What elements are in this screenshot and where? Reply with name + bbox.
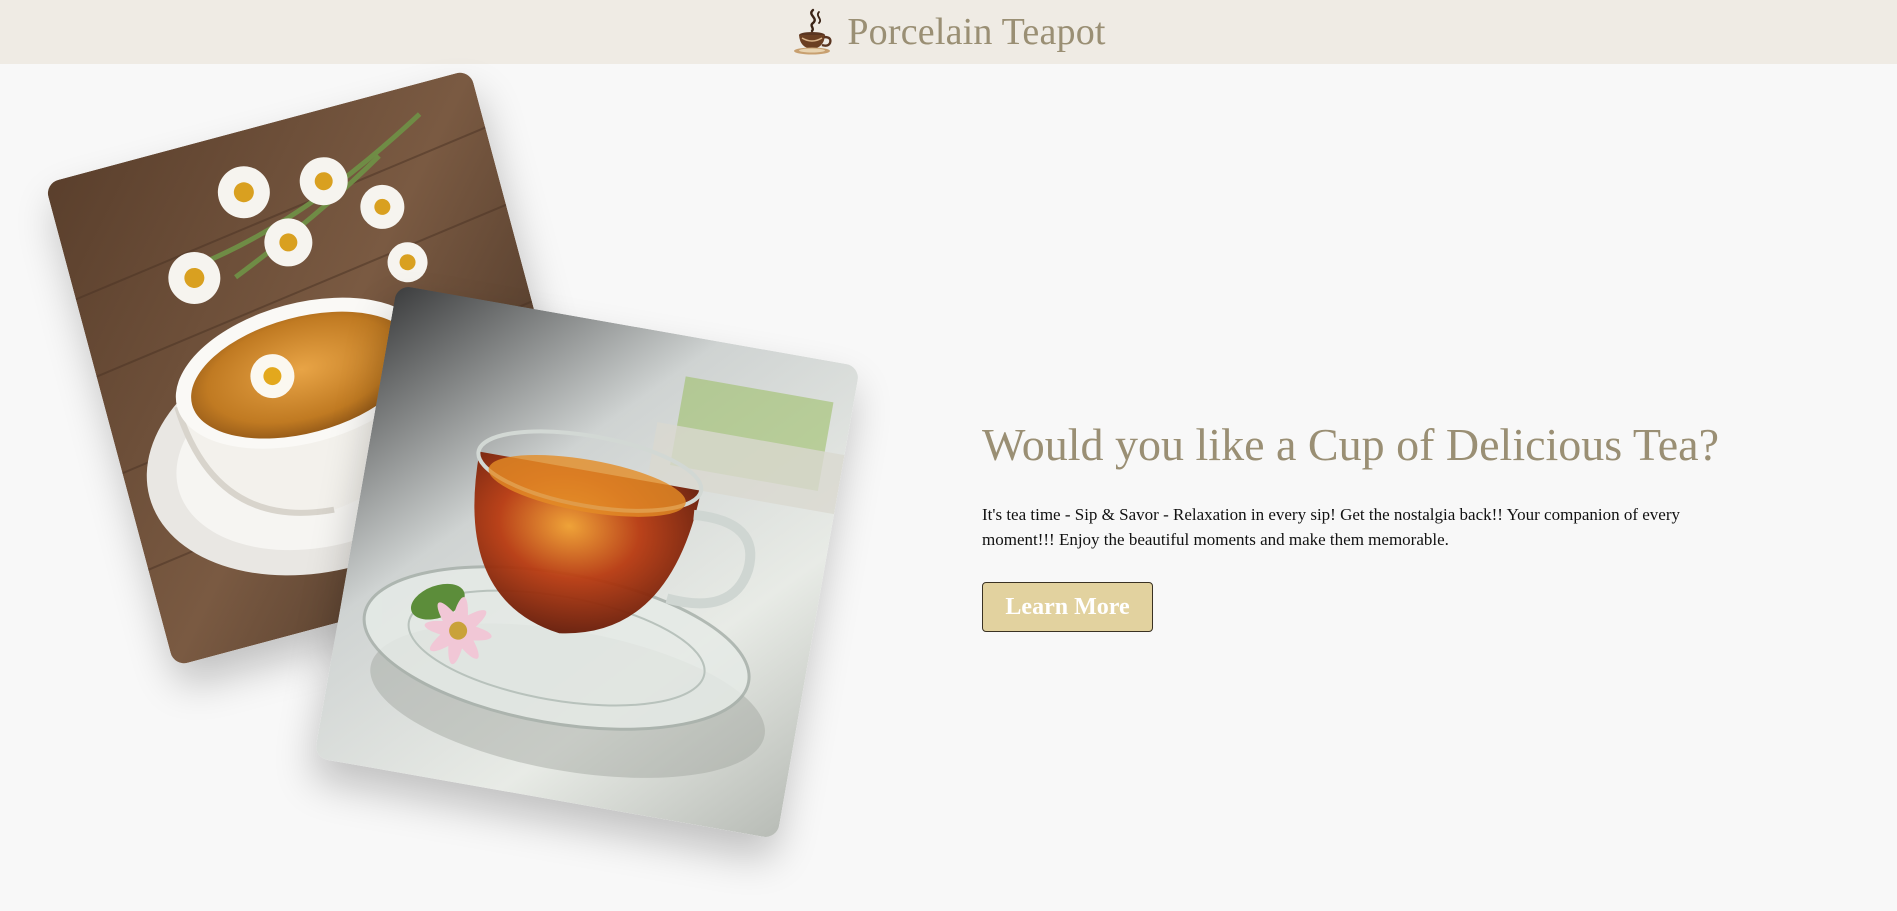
site-title[interactable]: Porcelain Teapot — [847, 13, 1105, 51]
site-header: Porcelain Teapot — [0, 0, 1897, 64]
teacup-steam-icon[interactable] — [791, 6, 835, 58]
hero-heading: Would you like a Cup of Delicious Tea? — [982, 419, 1720, 470]
learn-more-button[interactable]: Learn More — [982, 582, 1153, 632]
black-tea-glass-photo — [313, 284, 861, 840]
hero-description: It's tea time - Sip & Savor - Relaxation… — [982, 505, 1681, 549]
